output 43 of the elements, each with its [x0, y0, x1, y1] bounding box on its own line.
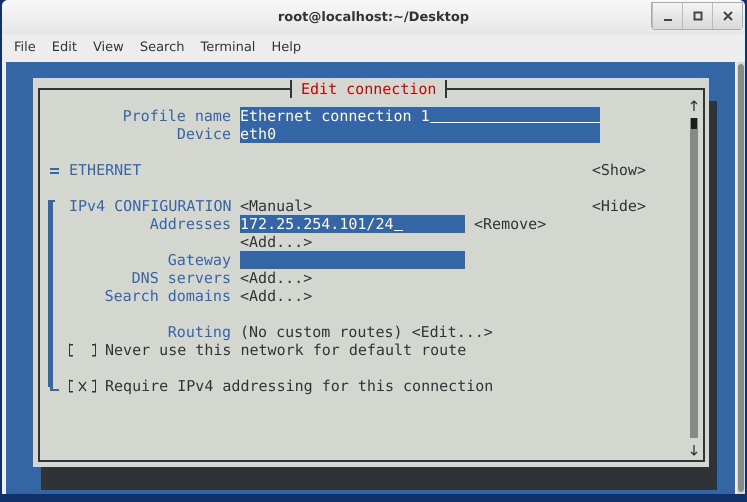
checkbox-label: Never use this network for default route [105, 341, 466, 359]
scroll-up-icon[interactable] [690, 100, 698, 112]
dialog-title: Edit connection [290, 80, 448, 98]
text-field[interactable]: 172.25.254.101/24 [240, 215, 465, 233]
add-button[interactable]: <Add...> [240, 287, 312, 305]
close-button[interactable] [712, 3, 742, 29]
field-label: Device [176, 125, 231, 143]
section-title: ETHERNET [69, 161, 142, 179]
field-label: Profile name [122, 107, 231, 125]
routing-status: (No custom routes) [240, 323, 403, 341]
window-title: root@localhost:~/Desktop [278, 10, 470, 24]
maximize-icon [692, 11, 702, 21]
menu-item[interactable]: Search [132, 40, 192, 54]
scrollbar[interactable] [737, 62, 745, 494]
scrollbar[interactable] [690, 118, 698, 438]
mode-button[interactable]: <Manual> [240, 197, 312, 215]
remove-button[interactable]: <Remove> [474, 215, 546, 233]
menu-item[interactable]: File [6, 40, 44, 54]
section-title: IPv4 CONFIGURATION [69, 197, 231, 215]
close-icon [722, 11, 732, 21]
text-field[interactable]: eth0 [240, 125, 600, 143]
checkbox-label: Require IPv4 addressing for this connection [105, 377, 494, 395]
text-field[interactable] [240, 251, 465, 269]
add-button[interactable]: <Add...> [240, 233, 312, 251]
text-field[interactable]: Ethernet connection 1 [240, 107, 600, 125]
minimize-icon [664, 19, 672, 21]
field-label: Addresses [148, 215, 231, 233]
menu-item[interactable]: Terminal [192, 40, 264, 54]
hide-button[interactable]: <Hide> [592, 197, 646, 215]
cross-icon [78, 380, 87, 392]
field-label: Search domains [104, 287, 231, 305]
minimize-button[interactable] [652, 3, 682, 29]
add-button[interactable]: <Add...> [240, 269, 312, 287]
field-label: Gateway [166, 251, 231, 269]
menu-item[interactable]: Help [263, 40, 310, 54]
maximize-button[interactable] [682, 3, 712, 29]
show-button[interactable]: <Show> [592, 161, 646, 179]
field-label: Routing [166, 323, 231, 341]
edit-button[interactable]: <Edit...> [412, 323, 493, 341]
scroll-down-icon[interactable] [690, 444, 698, 456]
menu-item[interactable]: Edit [44, 40, 85, 54]
field-label: DNS servers [130, 269, 231, 287]
menu-item[interactable]: View [84, 40, 132, 54]
